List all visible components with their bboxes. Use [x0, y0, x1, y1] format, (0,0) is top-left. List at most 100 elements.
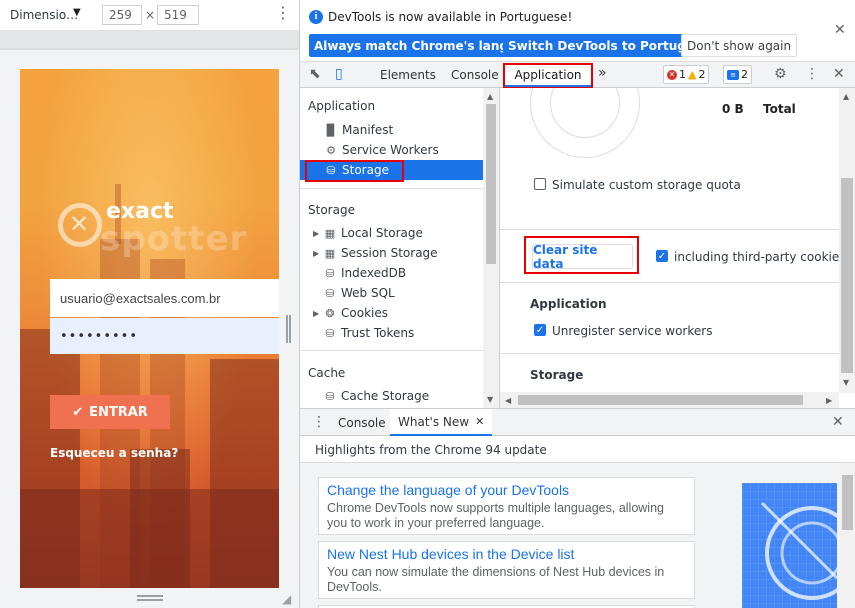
login-button[interactable]: ✔ ENTRAR	[50, 395, 170, 429]
card-title-link[interactable]: Change the language of your DevTools	[327, 482, 686, 498]
scroll-right-icon[interactable]: ▶	[826, 396, 832, 405]
expand-arrow-icon[interactable]: ▶	[313, 309, 323, 318]
whats-new-card[interactable]: Change the language of your DevTools Chr…	[318, 477, 695, 535]
message-icon: ≡	[727, 69, 739, 80]
section-heading-application: Application	[530, 297, 607, 311]
sidebar-divider	[300, 350, 483, 351]
section-divider	[500, 353, 840, 354]
device-mode-select[interactable]: Dimensio…	[10, 8, 78, 22]
panel-vertical-scrollbar-thumb[interactable]	[841, 178, 853, 373]
sidebar-item-cache-storage[interactable]: ⛁ Cache Storage	[300, 386, 483, 406]
device-toggle-icon[interactable]: ▯	[335, 66, 343, 82]
whats-new-illustration	[742, 483, 837, 608]
expand-arrow-icon[interactable]: ▶	[313, 249, 323, 258]
storage-panel: 0 B Total Simulate custom storage quota …	[500, 88, 855, 408]
dont-show-again-label: Don't show again	[687, 38, 792, 53]
scroll-left-icon[interactable]: ◀	[505, 396, 511, 405]
illustration-graphic	[742, 483, 837, 608]
expand-arrow-icon[interactable]: ▶	[313, 229, 323, 238]
issues-badge[interactable]: ✕ 1 ▲ 2	[663, 65, 710, 84]
sidebar-heading-cache: Cache	[308, 366, 346, 380]
sidebar-item-label: IndexedDB	[341, 266, 407, 280]
device-width-input[interactable]: 259	[102, 5, 142, 25]
drawer-tab-whats-new[interactable]: What's New ✕	[390, 409, 493, 436]
unregister-sw-checkbox[interactable]: ✓	[534, 324, 546, 336]
language-infobar: i DevTools is now available in Portugues…	[300, 0, 855, 62]
email-value: usuario@exactsales.com.br	[60, 290, 221, 306]
sidebar-item-indexeddb[interactable]: ⛁ IndexedDB	[300, 263, 483, 283]
chevron-down-icon[interactable]: ▼	[73, 7, 81, 18]
error-icon: ✕	[667, 69, 677, 80]
highlight-box	[524, 236, 639, 274]
resize-handle-bottom[interactable]	[137, 595, 163, 601]
scroll-up-icon[interactable]: ▲	[843, 92, 849, 101]
drawer-tab-console[interactable]: Console	[338, 416, 386, 430]
device-toolbar: Dimensio… ▼ 259 × 519 ⋮	[0, 0, 299, 31]
login-button-label: ENTRAR	[89, 404, 148, 420]
tab-console[interactable]: Console	[451, 68, 499, 82]
sidebar-item-cookies[interactable]: ▶ ❂ Cookies	[300, 303, 483, 323]
whats-new-scrollbar-thumb[interactable]	[842, 475, 853, 530]
sidebar-item-service-workers[interactable]: ⚙ Service Workers	[300, 140, 483, 160]
usage-value: 0 B	[722, 102, 744, 116]
messages-badge[interactable]: ≡ 2	[723, 65, 752, 84]
inspect-element-icon[interactable]: ⬉	[309, 66, 321, 82]
close-icon[interactable]: ✕	[834, 22, 846, 38]
file-icon: ▉	[326, 123, 336, 137]
section-divider	[500, 282, 840, 283]
more-options-icon[interactable]: ⋮	[805, 66, 819, 82]
sidebar-item-label: Cookies	[341, 306, 388, 320]
scroll-up-icon[interactable]: ▲	[487, 92, 493, 101]
sidebar-item-label: Manifest	[342, 123, 394, 137]
sidebar-item-web-sql[interactable]: ⛁ Web SQL	[300, 283, 483, 303]
resize-handle-right[interactable]	[286, 315, 291, 343]
sidebar-heading-storage: Storage	[308, 203, 355, 217]
password-input[interactable]: •••••••••	[50, 318, 279, 354]
third-party-cookies-label: including third-party cookies	[674, 250, 846, 264]
highlight-box	[305, 160, 404, 182]
dont-show-again-button[interactable]: Don't show again	[681, 34, 798, 57]
section-divider	[500, 229, 840, 230]
sidebar-scrollbar-thumb[interactable]	[486, 104, 496, 264]
more-options-icon[interactable]: ⋮	[275, 5, 291, 21]
sidebar-item-trust-tokens[interactable]: ⛁ Trust Tokens	[300, 323, 483, 343]
dimension-separator: ×	[145, 8, 156, 22]
database-icon: ⛁	[325, 326, 335, 340]
whats-new-highlights: Highlights from the Chrome 94 update	[315, 443, 547, 457]
email-input[interactable]: usuario@exactsales.com.br	[50, 279, 279, 317]
device-height-input[interactable]: 519	[157, 5, 199, 25]
cookie-icon: ❂	[325, 306, 335, 320]
brand-subname: spotter	[100, 219, 248, 259]
simulate-quota-checkbox[interactable]	[534, 178, 546, 190]
panel-horizontal-scrollbar-thumb[interactable]	[518, 395, 803, 405]
tab-elements[interactable]: Elements	[380, 68, 436, 82]
sidebar-item-manifest[interactable]: ▉ Manifest	[300, 120, 483, 140]
resize-corner-icon[interactable]: ◢	[282, 592, 296, 606]
warning-icon: ▲	[688, 68, 697, 81]
active-tab-indicator	[505, 85, 591, 87]
close-tab-icon[interactable]: ✕	[475, 415, 484, 428]
forgot-password-link[interactable]: Esqueceu a senha?	[50, 446, 178, 460]
whats-new-card[interactable]: New Nest Hub devices in the Device list …	[318, 541, 695, 599]
scroll-down-icon[interactable]: ▼	[843, 378, 849, 387]
drawer-menu-icon[interactable]: ⋮	[312, 414, 326, 430]
device-emulation-pane: Dimensio… ▼ 259 × 519 ⋮ exact spotter us…	[0, 0, 300, 608]
whats-new-body: Change the language of your DevTools Chr…	[300, 463, 855, 608]
close-drawer-icon[interactable]: ✕	[832, 414, 844, 430]
sidebar-item-local-storage[interactable]: ▶ ▦ Local Storage	[300, 223, 483, 243]
more-tabs-icon[interactable]: »	[598, 65, 607, 81]
card-title-link[interactable]: New Nest Hub devices in the Device list	[327, 546, 686, 562]
password-value: •••••••••	[60, 328, 139, 344]
scroll-down-icon[interactable]: ▼	[487, 395, 493, 404]
drawer-tab-whats-new-label: What's New	[398, 414, 470, 429]
gear-icon: ⚙	[326, 143, 336, 157]
info-icon: i	[309, 10, 323, 24]
sidebar-item-session-storage[interactable]: ▶ ▦ Session Storage	[300, 243, 483, 263]
card-description: Chrome DevTools now supports multiple la…	[327, 501, 664, 530]
close-devtools-icon[interactable]: ✕	[833, 66, 845, 82]
gear-icon[interactable]: ⚙	[774, 66, 787, 82]
sidebar-item-label: Trust Tokens	[341, 326, 415, 340]
device-ruler	[0, 31, 299, 49]
usage-total-label: Total	[763, 102, 796, 116]
third-party-cookies-checkbox[interactable]: ✓	[656, 250, 668, 262]
